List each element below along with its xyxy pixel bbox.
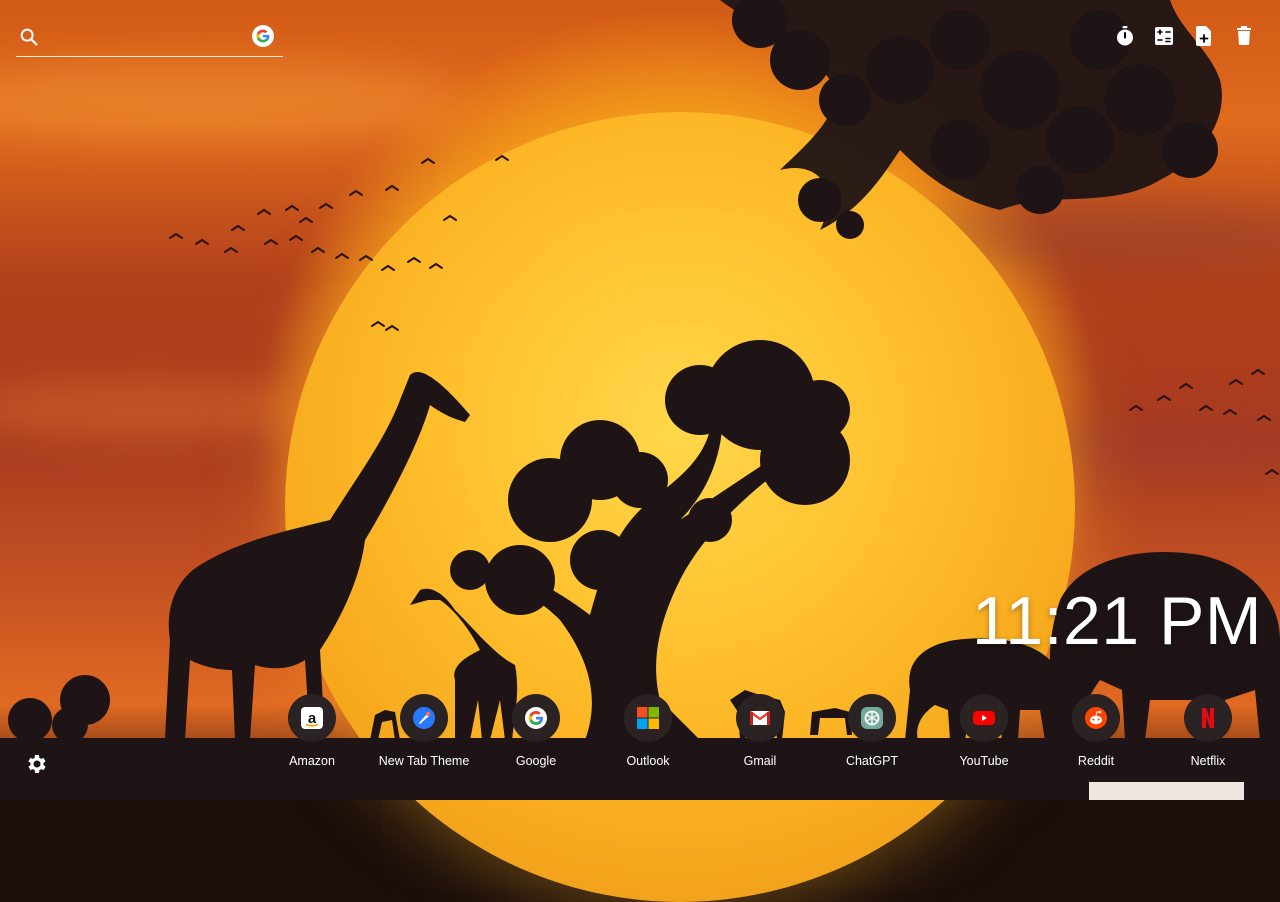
promo-thumbnail[interactable]	[1089, 782, 1244, 800]
savanna-silhouette	[0, 0, 1280, 746]
shortcut-label: ChatGPT	[845, 754, 899, 768]
shortcut-label: Google	[515, 754, 557, 768]
outlook-icon	[624, 694, 672, 742]
shortcut-google[interactable]: Google	[480, 694, 592, 774]
search-input[interactable]	[50, 26, 254, 52]
shortcut-label: Gmail	[743, 754, 777, 768]
shortcut-label: Outlook	[626, 754, 670, 768]
svg-text:a: a	[308, 710, 317, 727]
google-icon[interactable]	[252, 25, 274, 47]
search-bar	[16, 20, 283, 57]
shortcut-outlook[interactable]: Outlook	[592, 694, 704, 774]
netflix-icon	[1184, 694, 1232, 742]
shortcut-gmail[interactable]: Gmail	[704, 694, 816, 774]
shortcut-youtube[interactable]: YouTube	[928, 694, 1040, 774]
shortcut-label: Reddit	[1077, 754, 1115, 768]
shortcut-chatgpt[interactable]: ChatGPT	[816, 694, 928, 774]
gear-icon[interactable]	[24, 752, 48, 776]
chatgpt-icon	[848, 694, 896, 742]
calculator-icon[interactable]	[1152, 24, 1176, 48]
reddit-icon	[1072, 694, 1120, 742]
shortcut-label: New Tab Theme	[378, 754, 470, 768]
shortcut-label: Netflix	[1190, 754, 1226, 768]
youtube-icon	[960, 694, 1008, 742]
timer-icon[interactable]	[1113, 24, 1137, 48]
clock-time: 11:21 PM	[971, 583, 1262, 659]
search-icon[interactable]	[18, 26, 40, 48]
amazon-icon: a	[288, 694, 336, 742]
shortcut-label: YouTube	[959, 754, 1009, 768]
shortcut-label: Amazon	[289, 754, 335, 768]
google-icon	[512, 694, 560, 742]
shortcut-amazon[interactable]: a Amazon	[256, 694, 368, 774]
new-tab-theme-icon	[400, 694, 448, 742]
gmail-icon	[736, 694, 784, 742]
trash-icon[interactable]	[1232, 24, 1256, 48]
add-note-icon[interactable]	[1192, 24, 1216, 48]
shortcut-reddit[interactable]: Reddit	[1040, 694, 1152, 774]
shortcut-netflix[interactable]: Netflix	[1152, 694, 1264, 774]
shortcut-new-tab-theme[interactable]: New Tab Theme	[368, 694, 480, 774]
